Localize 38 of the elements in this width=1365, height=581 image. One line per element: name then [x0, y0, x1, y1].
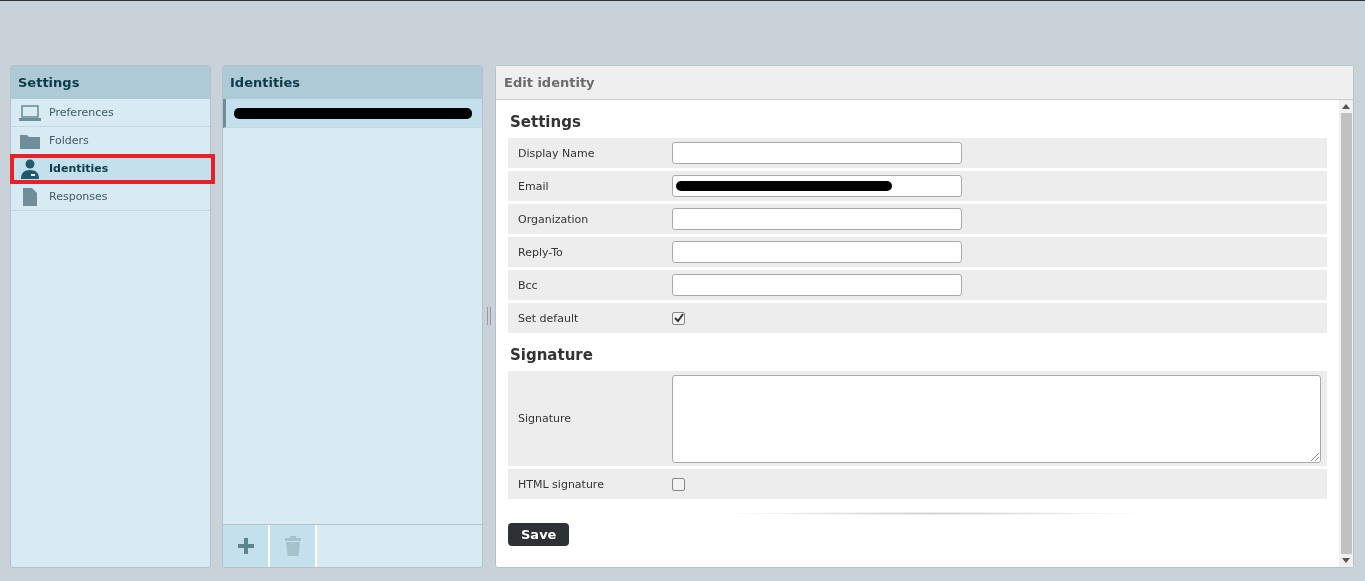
sidebar-item[interactable]: Preferences — [11, 99, 210, 127]
input-field[interactable] — [672, 175, 962, 197]
field-label: Signature — [517, 412, 573, 425]
trash-icon — [284, 536, 301, 556]
signature-textarea[interactable] — [672, 374, 1321, 463]
field-label: Reply-To — [517, 245, 564, 259]
delete-button[interactable] — [270, 525, 317, 567]
section-title: Signature — [509, 345, 594, 366]
person-icon — [19, 158, 41, 179]
input-field[interactable] — [672, 142, 962, 164]
panel-title: Identities — [223, 66, 482, 99]
sidebar-item[interactable]: Responses — [11, 183, 210, 211]
scroll-up-icon — [1342, 104, 1350, 109]
input-field[interactable] — [672, 208, 962, 230]
field-label: HTML signature — [517, 477, 605, 491]
save-button[interactable]: Save — [508, 523, 570, 546]
sidebar-item[interactable]: Identities — [11, 155, 214, 183]
field-label: Organization — [517, 212, 590, 226]
field-label: Display Name — [517, 146, 596, 160]
field-label: Set default — [517, 311, 580, 325]
checkbox[interactable] — [672, 311, 685, 325]
field-label: Bcc — [517, 278, 539, 292]
plus-icon — [237, 538, 254, 554]
folder-icon — [19, 132, 41, 149]
checkbox[interactable] — [672, 477, 685, 491]
laptop-icon — [19, 104, 41, 121]
add-button[interactable] — [223, 525, 270, 567]
identity-item[interactable] — [223, 99, 482, 128]
splitter-handle[interactable] — [487, 307, 491, 325]
field-label: Email — [517, 179, 550, 193]
scrollbar[interactable] — [1339, 100, 1353, 567]
input-field[interactable] — [672, 241, 962, 263]
panel-title: Edit identity — [496, 66, 1353, 100]
scroll-down-icon — [1342, 558, 1350, 563]
section-title: Settings — [509, 112, 582, 133]
resize-grip-icon — [1311, 452, 1319, 461]
input-field[interactable] — [672, 274, 962, 296]
panel-title: Settings — [11, 66, 210, 99]
